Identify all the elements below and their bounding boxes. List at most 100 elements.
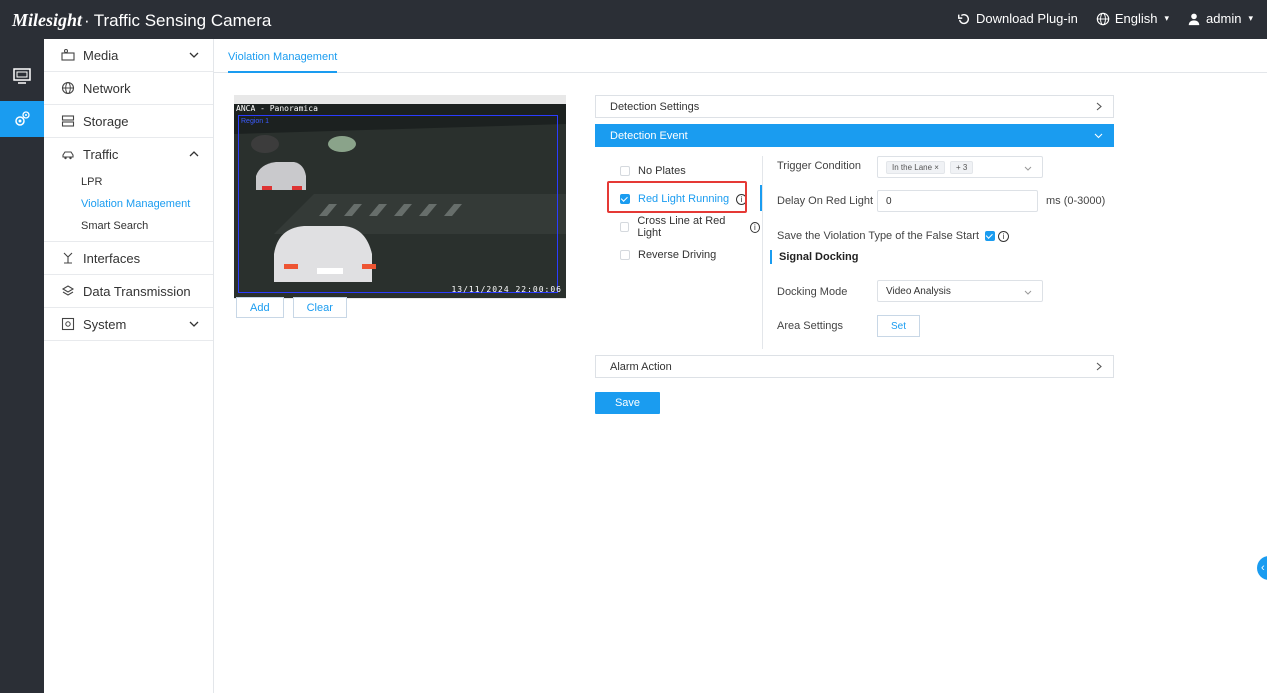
trigger-tag: In the Lane × — [886, 160, 945, 174]
language-label: English — [1114, 11, 1158, 26]
data-transmission-icon — [61, 285, 75, 296]
collapse-panel-button[interactable]: ‹ — [1257, 556, 1267, 580]
sidebar-item-label: System — [83, 316, 127, 332]
false-start-checkbox[interactable] — [985, 231, 995, 241]
user-menu[interactable]: admin ▾ — [1187, 11, 1253, 26]
checkbox[interactable] — [620, 250, 630, 260]
globe-icon — [61, 81, 75, 95]
sidebar-subitem-smart-search[interactable]: Smart Search — [44, 215, 213, 237]
roi-region[interactable]: Region 1 — [238, 115, 558, 293]
download-plugin-link[interactable]: Download Plug-in — [957, 11, 1078, 26]
add-button[interactable]: Add — [236, 297, 284, 318]
trigger-condition-label: Trigger Condition — [777, 160, 861, 172]
brand: Milesight · Traffic Sensing Camera — [12, 10, 272, 30]
sidebar-item-storage[interactable]: Storage — [44, 105, 213, 138]
download-plugin-label: Download Plug-in — [975, 11, 1078, 26]
camera-name: ANCA - Panoramica — [236, 104, 318, 113]
video-preview: ANCA - Panoramica Region 1 13/11/2024 22… — [234, 95, 566, 299]
event-label: Cross Line at Red Light — [637, 215, 726, 239]
sidebar-item-label: Data Transmission — [83, 283, 191, 299]
monitor-icon — [13, 68, 31, 84]
gear-icon — [15, 111, 30, 126]
panel-title: Detection Event — [610, 129, 688, 142]
sidebar-item-media[interactable]: Media — [44, 39, 213, 72]
trigger-more-tag: + 3 — [949, 160, 974, 174]
chevron-down-icon — [189, 52, 199, 58]
set-button[interactable]: Set — [877, 315, 920, 337]
live-view-button[interactable] — [0, 59, 44, 93]
chevron-down-icon: ▾ — [1248, 13, 1253, 23]
event-label: No Plates — [638, 165, 686, 177]
sidebar-subitem-violation-management[interactable]: Violation Management — [44, 193, 213, 215]
language-select[interactable]: English ▾ — [1096, 11, 1169, 26]
settings-button[interactable] — [0, 101, 44, 137]
media-icon — [61, 49, 75, 61]
sidebar-item-label: Storage — [83, 113, 129, 129]
tab-bar: Violation Management — [214, 39, 1267, 73]
video-timestamp: 13/11/2024 22:00:06 — [451, 285, 562, 294]
user-label: admin — [1206, 11, 1242, 26]
user-icon — [1188, 13, 1200, 25]
globe-icon — [1096, 12, 1110, 25]
car-icon — [62, 150, 74, 159]
sidebar-subitem-lpr[interactable]: LPR — [44, 171, 213, 193]
sidebar-item-traffic[interactable]: Traffic — [44, 138, 213, 171]
top-bar: Milesight · Traffic Sensing Camera Downloa… — [0, 0, 1267, 39]
video-buttons: Add Clear — [236, 297, 347, 318]
chevron-down-icon — [1024, 290, 1032, 295]
brand-logo: Milesight — [12, 10, 83, 30]
storage-icon — [61, 115, 75, 127]
highlight-box — [607, 181, 747, 213]
selected-indicator — [760, 185, 762, 211]
clear-button[interactable]: Clear — [292, 297, 347, 318]
trigger-condition-select[interactable]: In the Lane × + 3 — [877, 156, 1043, 178]
main-content: Violation Management ANCA - Panoramica R… — [214, 39, 1267, 693]
sidebar-item-interfaces[interactable]: Interfaces — [44, 242, 213, 275]
traffic-subitems: LPR Violation Management Smart Search — [44, 171, 213, 242]
sidebar: Media Network Storage Traffic LPR Violat… — [44, 39, 214, 693]
area-settings-label: Area Settings — [777, 320, 844, 332]
video-frame[interactable]: ANCA - Panoramica Region 1 13/11/2024 22… — [234, 104, 566, 298]
alarm-action-panel[interactable]: Alarm Action — [595, 355, 1114, 378]
event-reverse-driving[interactable]: Reverse Driving — [610, 241, 760, 269]
event-list: No Plates Red Light Running i Cross Line… — [610, 157, 760, 269]
docking-mode-label: Docking Mode — [777, 286, 848, 298]
chevron-down-icon — [189, 321, 199, 327]
sidebar-item-label: Network — [83, 80, 131, 96]
chevron-down-icon — [1024, 166, 1032, 171]
docking-mode-select[interactable]: Video Analysis — [877, 280, 1043, 302]
chevron-right-icon — [1096, 102, 1102, 111]
info-icon[interactable]: i — [998, 230, 1009, 242]
chevron-right-icon — [1096, 362, 1102, 371]
panel-title: Detection Settings — [610, 100, 700, 113]
chevron-up-icon — [189, 151, 199, 157]
left-rail — [0, 39, 44, 693]
detection-event-panel[interactable]: Detection Event — [595, 124, 1114, 147]
event-cross-line-at-red-light[interactable]: Cross Line at Red Light i — [610, 213, 760, 241]
chevron-down-icon — [1094, 133, 1103, 139]
chevron-left-icon: ‹ — [1261, 562, 1265, 574]
panel-title: Alarm Action — [610, 360, 672, 373]
checkbox[interactable] — [620, 222, 630, 232]
sidebar-item-data-transmission[interactable]: Data Transmission — [44, 275, 213, 308]
event-label: Reverse Driving — [638, 249, 717, 261]
checkbox[interactable] — [620, 166, 630, 176]
info-icon[interactable]: i — [749, 221, 760, 233]
delay-input[interactable]: 0 — [877, 190, 1038, 212]
detection-settings-panel[interactable]: Detection Settings — [595, 95, 1114, 118]
interfaces-icon — [63, 252, 73, 264]
sidebar-item-label: Media — [83, 47, 119, 63]
delay-on-red-light-label: Delay On Red Light — [777, 195, 873, 207]
tab-violation-management[interactable]: Violation Management — [228, 51, 338, 73]
signal-docking-title: Signal Docking — [770, 250, 858, 264]
sidebar-item-system[interactable]: System — [44, 308, 213, 341]
sidebar-item-network[interactable]: Network — [44, 72, 213, 105]
roi-tag: Region 1 — [241, 118, 270, 125]
sidebar-item-label: Interfaces — [83, 250, 141, 266]
false-start-row: Save the Violation Type of the False Sta… — [777, 230, 1009, 242]
save-button[interactable]: Save — [595, 392, 660, 414]
system-icon — [61, 317, 75, 331]
download-icon — [958, 13, 969, 24]
docking-mode-value: Video Analysis — [886, 285, 951, 297]
chevron-down-icon: ▾ — [1164, 13, 1170, 23]
